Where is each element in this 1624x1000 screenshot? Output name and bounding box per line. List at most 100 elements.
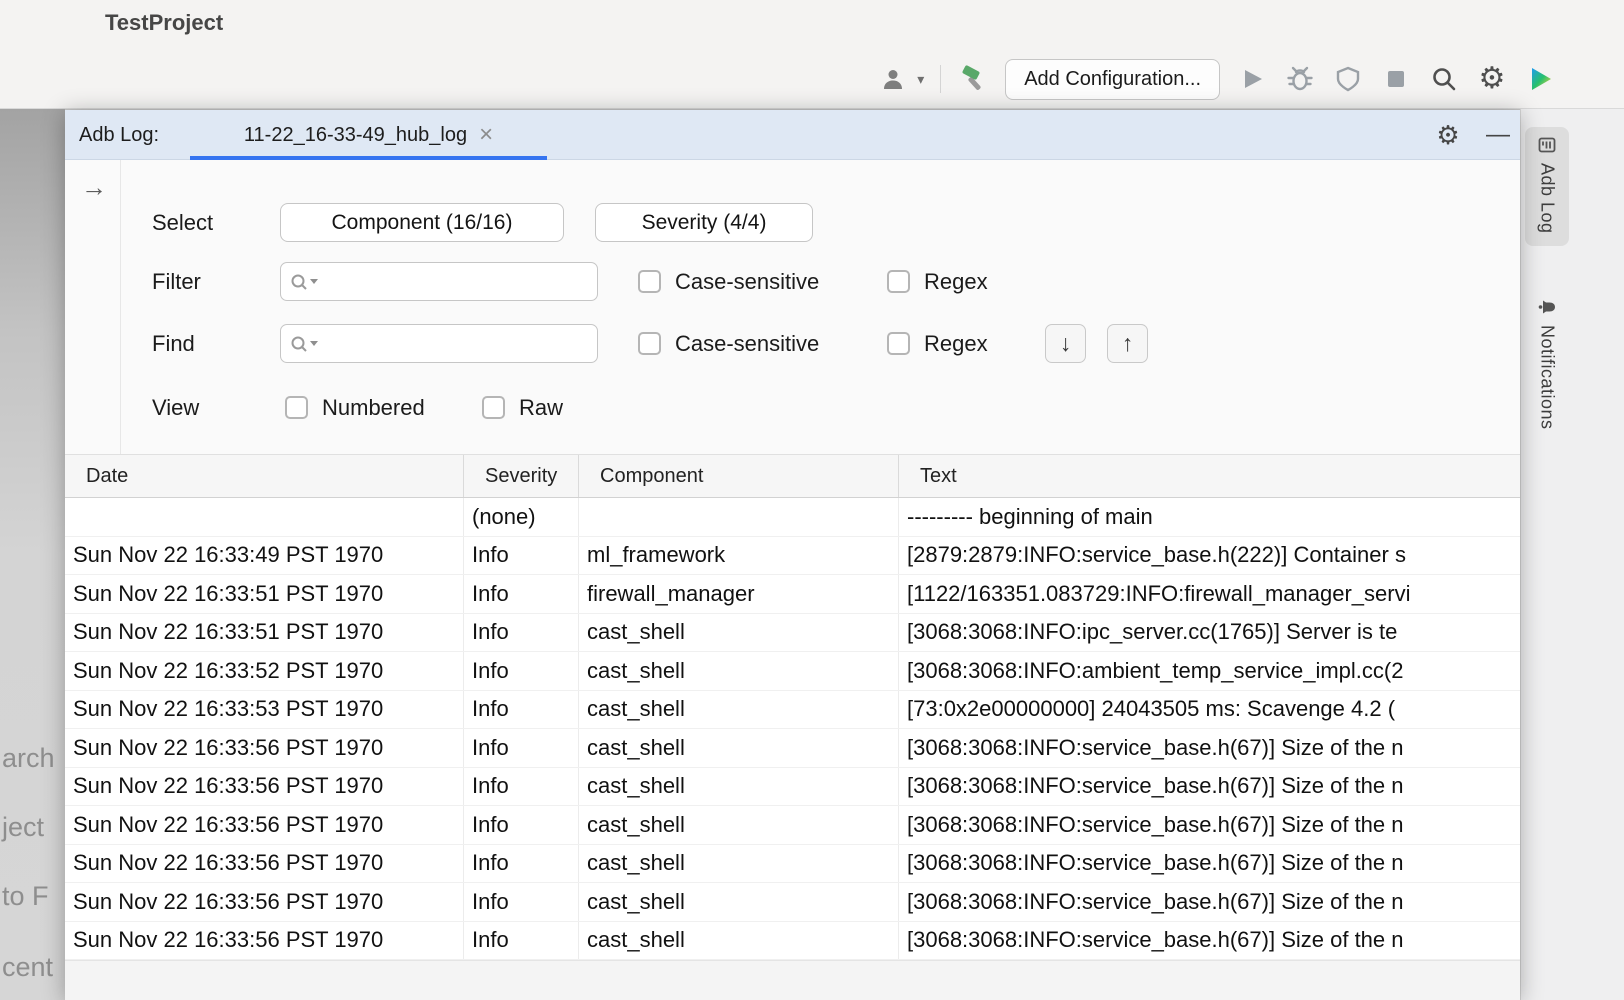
log-text: [3068:3068:INFO:service_base.h(67)] Size… [898,845,1520,883]
log-text: [3068:3068:INFO:service_base.h(67)] Size… [898,806,1520,844]
filter-search-box[interactable] [280,262,598,301]
log-text: [1122/163351.083729:INFO:firewall_manage… [898,575,1520,613]
severity-filter-button[interactable]: Severity (4/4) [595,203,813,242]
log-severity: Info [463,691,578,729]
log-date: Sun Nov 22 16:33:51 PST 1970 [65,614,463,652]
table-row[interactable]: Sun Nov 22 16:33:53 PST 1970 Info cast_s… [65,691,1520,730]
toolwindow-settings-button[interactable]: ⚙ [1433,120,1463,150]
log-component [578,498,898,536]
table-row[interactable]: Sun Nov 22 16:33:56 PST 1970 Info cast_s… [65,806,1520,845]
log-component: cast_shell [578,806,898,844]
table-row[interactable]: Sun Nov 22 16:33:51 PST 1970 Info cast_s… [65,614,1520,653]
search-everywhere-button[interactable] [1428,63,1460,95]
component-filter-button[interactable]: Component (16/16) [280,203,564,242]
column-header-component[interactable]: Component [578,455,898,497]
stripe-item-notifications[interactable]: Notifications [1525,289,1569,442]
find-input[interactable] [319,325,597,362]
build-hammer-icon [958,64,988,94]
filter-regex-group: Regex [887,262,988,301]
log-tab[interactable]: 11-22_16-33-49_hub_log × [190,110,547,160]
table-row[interactable]: Sun Nov 22 16:33:56 PST 1970 Info cast_s… [65,768,1520,807]
log-component: cast_shell [578,729,898,767]
close-icon[interactable]: × [479,123,493,147]
profiler-run-button[interactable] [1524,63,1556,95]
run-button[interactable] [1236,63,1268,95]
add-configuration-button[interactable]: Add Configuration... [1005,59,1220,100]
filter-label: Filter [152,262,201,301]
find-search-box[interactable] [280,324,598,363]
log-text: [3068:3068:INFO:service_base.h(67)] Size… [898,883,1520,921]
log-component: cast_shell [578,652,898,690]
log-severity: Info [463,537,578,575]
gear-icon: ⚙ [1479,64,1506,94]
column-header-text[interactable]: Text [898,455,1520,497]
chevron-down-icon[interactable]: ▾ [917,71,924,88]
table-row[interactable]: Sun Nov 22 16:33:56 PST 1970 Info cast_s… [65,922,1520,961]
log-severity: Info [463,729,578,767]
collapse-panel-button[interactable]: → [79,172,109,202]
table-row[interactable]: Sun Nov 22 16:33:56 PST 1970 Info cast_s… [65,883,1520,922]
filter-panel: → Select Component (16/16) Severity (4/4… [65,160,1520,455]
settings-button[interactable]: ⚙ [1476,63,1508,95]
log-date: Sun Nov 22 16:33:56 PST 1970 [65,883,463,921]
table-row[interactable]: (none) --------- beginning of main [65,498,1520,537]
search-with-history-icon [289,272,319,292]
stop-button[interactable] [1380,63,1412,95]
numbered-checkbox[interactable] [285,396,308,419]
regex-checkbox[interactable] [887,270,910,293]
regex-label: Regex [924,331,988,357]
table-row[interactable]: Sun Nov 22 16:33:51 PST 1970 Info firewa… [65,575,1520,614]
search-with-history-icon [289,334,319,354]
user-icon [880,66,906,92]
tool-window-stripe: Adb Log Notifications [1520,109,1624,1000]
find-label: Find [152,324,195,363]
stripe-item-adb-log[interactable]: Adb Log [1525,127,1569,246]
filter-input[interactable] [319,263,597,300]
log-date: Sun Nov 22 16:33:56 PST 1970 [65,806,463,844]
case-sensitive-label: Case-sensitive [675,331,819,357]
log-component: cast_shell [578,922,898,960]
log-date: Sun Nov 22 16:33:56 PST 1970 [65,845,463,883]
log-severity: Info [463,845,578,883]
regex-checkbox[interactable] [887,332,910,355]
table-row[interactable]: Sun Nov 22 16:33:56 PST 1970 Info cast_s… [65,845,1520,884]
debug-bug-icon [1286,65,1314,93]
debug-button[interactable] [1284,63,1316,95]
log-component: firewall_manager [578,575,898,613]
regex-label: Regex [924,269,988,295]
build-button[interactable] [957,63,989,95]
minimize-button[interactable]: — [1483,120,1513,150]
background-text-fragment: ject [2,812,44,843]
find-next-button[interactable]: ↓ [1045,324,1086,363]
table-row[interactable]: Sun Nov 22 16:33:56 PST 1970 Info cast_s… [65,729,1520,768]
numbered-label: Numbered [322,395,425,421]
log-table-body: (none) --------- beginning of main Sun N… [65,498,1520,960]
log-component: cast_shell [578,845,898,883]
log-component: cast_shell [578,614,898,652]
log-severity: Info [463,883,578,921]
stripe-item-label: Adb Log [1537,163,1558,234]
stop-icon [1384,67,1408,91]
log-text: [3068:3068:INFO:service_base.h(67)] Size… [898,768,1520,806]
titlebar: TestProject ▾ Add Configuration... [0,0,1624,109]
run-icon [1239,66,1265,92]
find-previous-button[interactable]: ↑ [1107,324,1148,363]
table-row[interactable]: Sun Nov 22 16:33:52 PST 1970 Info cast_s… [65,652,1520,691]
log-date: Sun Nov 22 16:33:53 PST 1970 [65,691,463,729]
toolbar-divider [940,65,941,93]
stripe-item-label: Notifications [1537,325,1558,430]
log-date: Sun Nov 22 16:33:51 PST 1970 [65,575,463,613]
column-header-date[interactable]: Date [65,455,463,497]
user-profile-button[interactable] [877,63,909,95]
raw-checkbox[interactable] [482,396,505,419]
case-sensitive-checkbox[interactable] [638,332,661,355]
log-text: [73:0x2e00000000] 24043505 ms: Scavenge … [898,691,1520,729]
column-header-severity[interactable]: Severity [463,455,578,497]
table-row[interactable]: Sun Nov 22 16:33:49 PST 1970 Info ml_fra… [65,537,1520,576]
case-sensitive-checkbox[interactable] [638,270,661,293]
arrow-down-icon: ↓ [1060,330,1072,357]
view-label: View [152,388,199,427]
log-component: cast_shell [578,883,898,921]
log-date: Sun Nov 22 16:33:56 PST 1970 [65,922,463,960]
run-with-coverage-button[interactable] [1332,63,1364,95]
